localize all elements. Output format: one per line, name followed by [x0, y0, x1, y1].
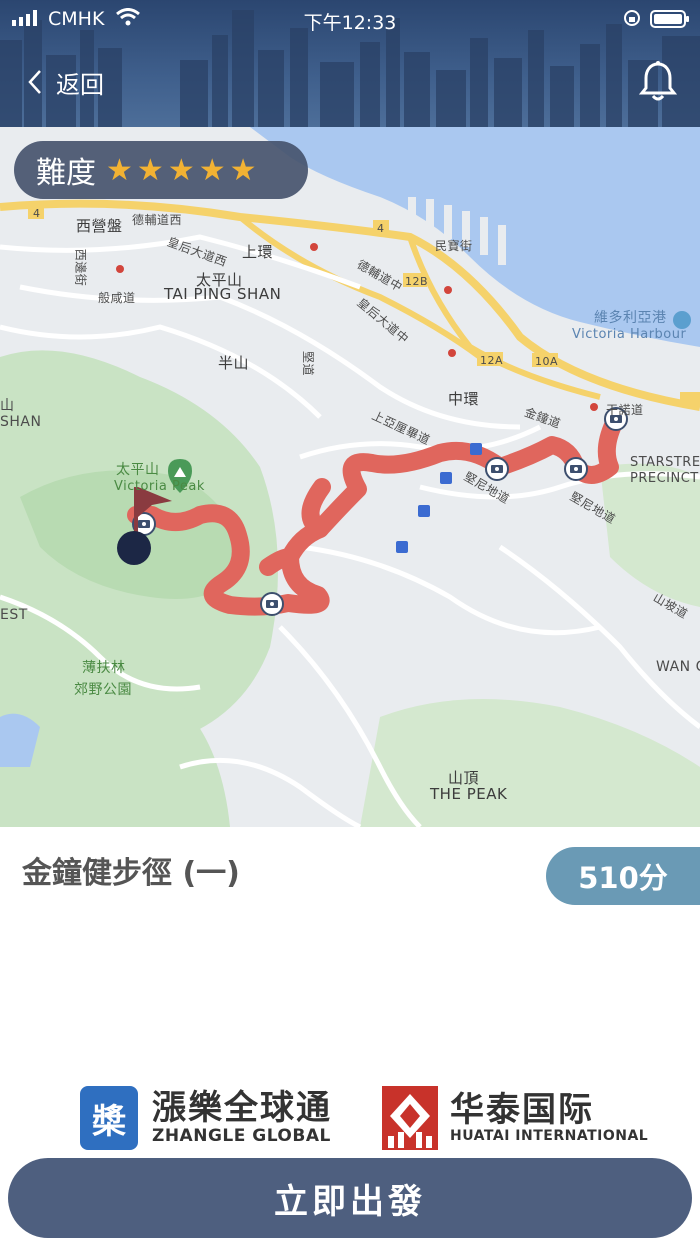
rotation-lock-icon: [624, 10, 640, 26]
start-button[interactable]: 立即出發: [8, 1158, 692, 1238]
map-label: TAI PING SHAN: [164, 285, 282, 303]
battery-icon: [650, 10, 689, 28]
map-label: 12B: [405, 275, 429, 288]
zhangle-logo: 槳: [80, 1086, 138, 1150]
map-label: 山: [0, 398, 15, 414]
status-bar: CMHK 下午12:33: [0, 6, 700, 34]
map-label: EST: [0, 607, 28, 623]
star-icon: ★: [167, 152, 195, 188]
map-label: 薄扶林: [82, 660, 126, 676]
map-label: 維多利亞港: [594, 310, 667, 326]
map-label: Victoria Harbour: [572, 327, 687, 342]
map-label: 堅道: [301, 350, 316, 377]
map-label: 西邊街: [73, 248, 88, 287]
sponsor-huatai: 华泰国际 HUATAI INTERNATIONAL: [382, 1086, 648, 1150]
sponsor-subname: ZHANGLE GLOBAL: [152, 1126, 331, 1146]
camera-icon[interactable]: [564, 457, 588, 481]
sponsor-name: 漲樂全球通: [152, 1088, 332, 1128]
sponsor-subname: HUATAI INTERNATIONAL: [450, 1128, 649, 1144]
back-label: 返回: [56, 70, 104, 99]
map-label: 干諾道: [606, 403, 644, 417]
map-label: 半山: [218, 354, 250, 372]
carrier-label: CMHK: [48, 8, 105, 30]
difficulty-label: 難度: [36, 156, 96, 191]
map-label: 西營盤: [76, 217, 123, 235]
camera-icon[interactable]: [260, 592, 284, 616]
star-icon: ★: [229, 152, 257, 188]
map-label: Victoria Peak: [114, 479, 205, 494]
difficulty-badge: 難度 ★ ★ ★ ★ ★: [14, 141, 308, 199]
huatai-logo: [382, 1086, 438, 1150]
map-label: 10A: [535, 355, 559, 368]
chevron-left-icon: [28, 70, 41, 94]
map-label: THE PEAK: [430, 785, 508, 803]
map-label: WAN C: [656, 659, 700, 675]
star-icon: ★: [136, 152, 164, 188]
status-time: 下午12:33: [303, 12, 397, 34]
score-badge: 510分: [546, 847, 700, 905]
route-map[interactable]: 4 4 12B 12A 10A 西營盤 德輔道西 皇后大道西 上環 太平山 TA…: [0, 127, 700, 827]
camera-icon[interactable]: [485, 457, 509, 481]
map-label: SHAN: [0, 414, 42, 430]
map-label: 民寶街: [435, 239, 473, 253]
wifi-icon: [116, 8, 140, 26]
map-label: 12A: [480, 354, 504, 367]
map-label: 中環: [448, 390, 480, 408]
back-button[interactable]: 返回: [28, 62, 104, 102]
cellular-signal-icon: [12, 10, 37, 26]
map-label: STARSTREET: [630, 455, 700, 470]
map-label: PRECINCT: [630, 471, 699, 486]
map-label: 4: [33, 207, 41, 220]
map-label: 郊野公園: [74, 682, 132, 698]
bell-icon[interactable]: [638, 60, 678, 104]
star-icon: ★: [106, 152, 133, 188]
map-label: 般咸道: [98, 291, 136, 305]
sponsor-zhangle: 槳 漲樂全球通 ZHANGLE GLOBAL: [80, 1086, 332, 1150]
map-label: 德輔道西: [132, 213, 183, 227]
map-label: 4: [377, 222, 385, 235]
trail-name: 金鐘健步徑 (一): [22, 856, 240, 891]
zhangle-logo-glyph: 槳: [92, 1101, 126, 1142]
map-label: 上環: [242, 243, 274, 261]
star-icon: ★: [198, 152, 226, 188]
map-label: 太平山: [116, 462, 160, 478]
header: CMHK 下午12:33 返回: [0, 0, 700, 127]
sponsor-name: 华泰国际: [450, 1090, 594, 1130]
